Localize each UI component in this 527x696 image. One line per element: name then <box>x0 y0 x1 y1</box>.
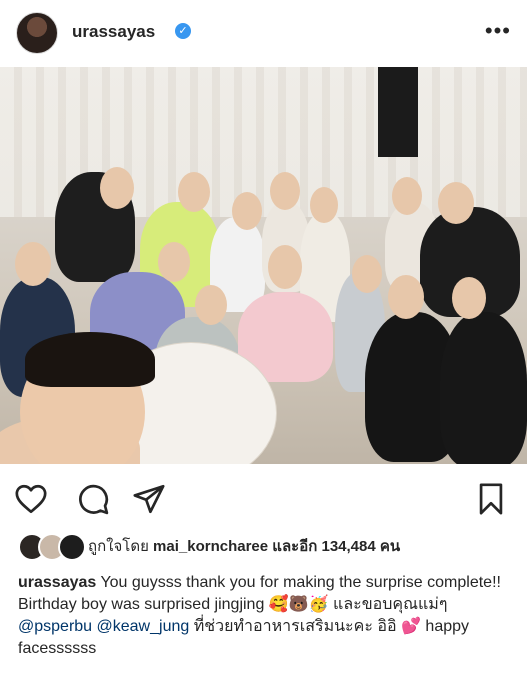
photo-face <box>15 242 51 286</box>
caption-username[interactable]: urassayas <box>18 574 96 591</box>
photo-face <box>392 177 422 215</box>
post-header: urassayas ✓ ••• <box>0 0 527 66</box>
more-options-icon[interactable]: ••• <box>485 18 511 44</box>
caption-mention[interactable]: @psperbu <box>18 618 92 635</box>
photo-face <box>232 192 262 230</box>
post-photo[interactable] <box>0 67 527 464</box>
likes-text: ถูกใจโดย mai_korncharee และอีก 134,484 ค… <box>88 534 400 558</box>
avatar[interactable] <box>16 12 58 54</box>
photo-person <box>25 332 155 387</box>
likes-row[interactable]: ถูกใจโดย mai_korncharee และอีก 134,484 ค… <box>18 533 400 561</box>
post-action-bar <box>0 474 527 522</box>
post-caption: urassayas You guysss thank you for makin… <box>18 572 513 660</box>
caption-mention[interactable]: @keaw_jung <box>97 618 190 635</box>
photo-face <box>388 275 424 319</box>
photo-face <box>158 242 190 282</box>
verified-badge-icon: ✓ <box>175 23 191 39</box>
photo-face <box>178 172 210 212</box>
photo-face <box>270 172 300 210</box>
photo-face <box>310 187 338 223</box>
photo-face <box>352 255 382 293</box>
photo-doorway <box>378 67 418 157</box>
share-icon[interactable] <box>132 482 166 516</box>
likes-prefix: ถูกใจโดย <box>88 538 149 555</box>
photo-face <box>100 167 134 209</box>
liker-username[interactable]: mai_korncharee <box>153 538 268 555</box>
avatar <box>58 533 86 561</box>
post-username[interactable]: urassayas <box>72 22 155 42</box>
comment-icon[interactable] <box>76 482 110 516</box>
photo-face <box>452 277 486 319</box>
bookmark-icon[interactable] <box>474 482 508 516</box>
likes-count[interactable]: และอีก 134,484 คน <box>272 538 400 555</box>
photo-face <box>195 285 227 325</box>
photo-face <box>268 245 302 289</box>
photo-person <box>440 312 527 464</box>
photo-face <box>438 182 474 224</box>
heart-icon[interactable] <box>14 482 48 516</box>
liker-avatars <box>18 533 86 561</box>
